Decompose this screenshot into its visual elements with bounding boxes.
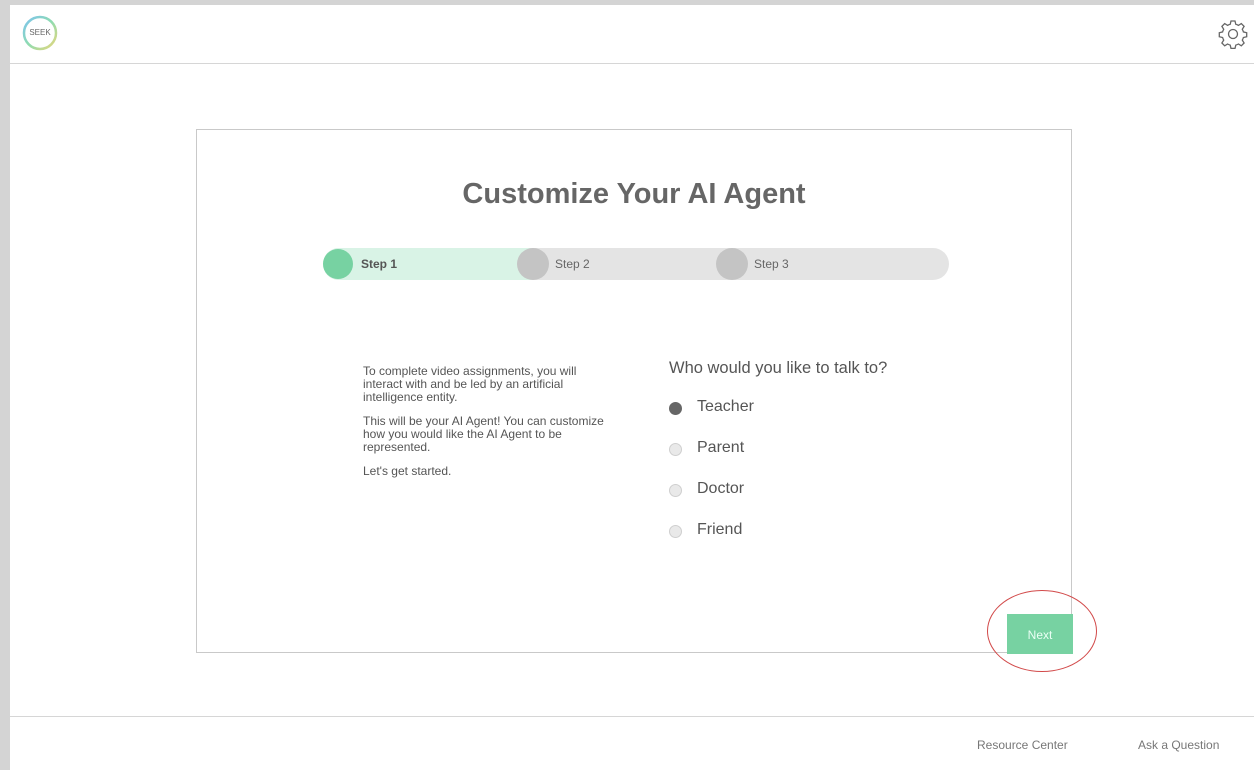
radio-teacher[interactable]: [669, 402, 682, 415]
radio-friend[interactable]: [669, 525, 682, 538]
top-bar: SEEK: [10, 5, 1254, 64]
radio-parent[interactable]: [669, 443, 682, 456]
resource-center-link[interactable]: Resource Center: [977, 738, 1068, 752]
intro-paragraph-3: Let's get started.: [363, 464, 452, 478]
intro-paragraph-2: This will be your AI Agent! You can cust…: [363, 414, 604, 454]
page-title: Customize Your AI Agent: [462, 178, 806, 210]
radio-doctor[interactable]: [669, 484, 682, 497]
intro-paragraph-1: To complete video assignments, you will …: [363, 364, 577, 404]
ask-question-link[interactable]: Ask a Question: [1138, 738, 1219, 752]
option-teacher-label: Teacher: [697, 398, 754, 415]
option-friend[interactable]: Friend: [669, 521, 829, 564]
intro-text: To complete video assignments, you will …: [363, 365, 618, 489]
step-3[interactable]: Step 3: [716, 248, 836, 280]
gear-icon[interactable]: [1218, 19, 1248, 50]
step-3-dot: [716, 248, 748, 280]
option-teacher[interactable]: Teacher: [669, 398, 829, 441]
next-button[interactable]: Next: [1007, 614, 1073, 654]
option-friend-label: Friend: [697, 521, 743, 538]
customize-agent-card: Customize Your AI Agent Step 1 Step 2 St…: [196, 129, 1073, 654]
option-parent-label: Parent: [697, 439, 745, 456]
footer: Resource Center Ask a Question: [10, 716, 1254, 771]
seek-logo[interactable]: SEEK: [22, 15, 58, 51]
step-2-label: Step 2: [555, 257, 590, 271]
option-doctor-label: Doctor: [697, 480, 745, 497]
window-frame-left: [0, 0, 10, 770]
step-2[interactable]: Step 2: [517, 248, 637, 280]
step-3-label: Step 3: [754, 257, 789, 271]
agent-type-options: Teacher Parent Doctor Friend: [669, 398, 829, 564]
option-doctor[interactable]: Doctor: [669, 480, 829, 523]
step-1[interactable]: Step 1: [323, 248, 443, 280]
step-progress-bar: Step 1 Step 2 Step 3: [323, 248, 949, 280]
question-heading: Who would you like to talk to?: [669, 359, 888, 377]
option-parent[interactable]: Parent: [669, 439, 829, 482]
step-1-label: Step 1: [361, 257, 398, 271]
logo-text: SEEK: [29, 28, 51, 37]
step-1-dot: [323, 249, 353, 279]
step-2-dot: [517, 248, 549, 280]
